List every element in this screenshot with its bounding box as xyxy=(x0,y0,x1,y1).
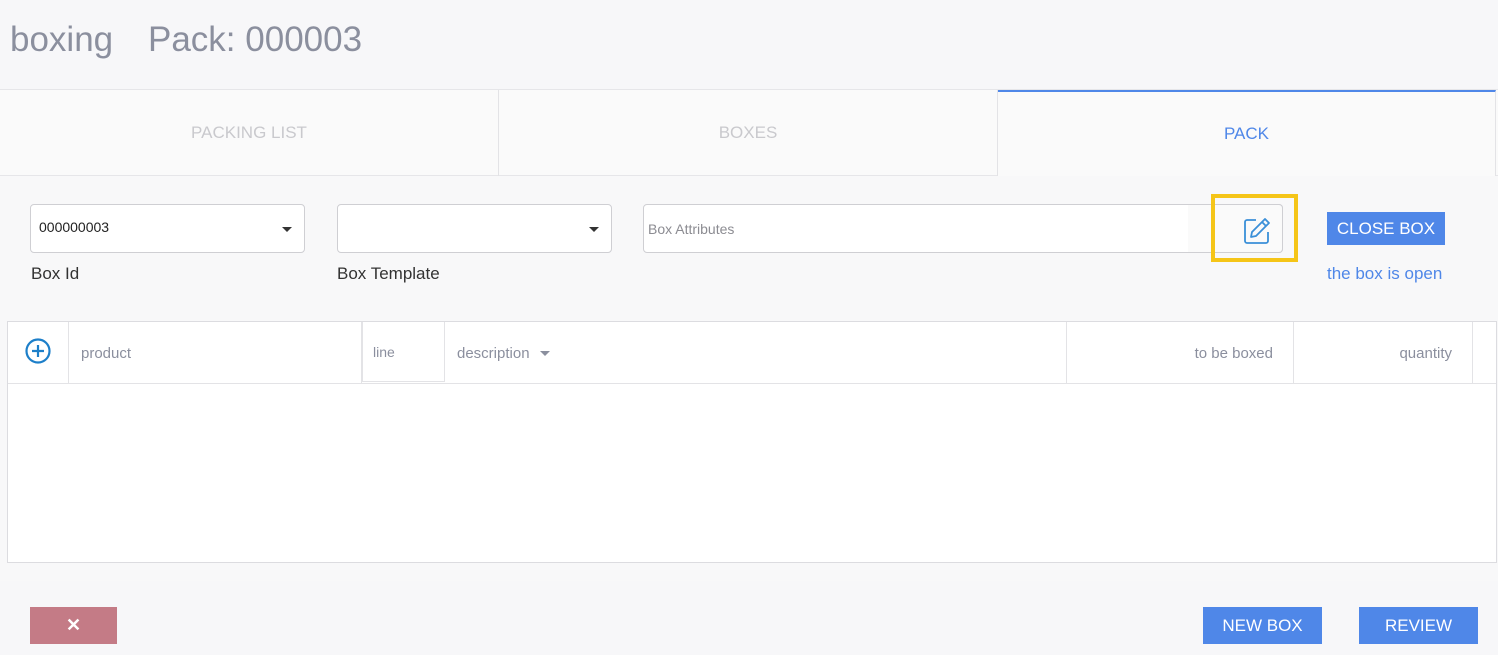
description-header-label: description xyxy=(457,344,530,362)
table-header: product line description to be boxed qua… xyxy=(8,322,1496,384)
box-id-select[interactable]: 000000003 xyxy=(30,204,305,253)
app-title: boxing xyxy=(10,20,114,59)
column-header-product[interactable]: product xyxy=(69,322,362,384)
box-id-value: 000000003 xyxy=(39,219,110,235)
new-box-button[interactable]: NEW BOX xyxy=(1203,607,1322,644)
chevron-down-icon xyxy=(282,227,292,232)
tab-packing-list[interactable]: PACKING LIST xyxy=(0,90,499,176)
chevron-down-icon xyxy=(589,227,599,232)
tab-bar: PACKING LIST BOXES PACK xyxy=(0,90,1498,176)
close-box-button[interactable]: CLOSE BOX xyxy=(1327,212,1445,245)
column-header-quantity[interactable]: quantity xyxy=(1294,322,1473,384)
box-id-label: Box Id xyxy=(31,264,80,283)
box-attributes-placeholder: Box Attributes xyxy=(648,221,735,237)
column-header-line[interactable]: line xyxy=(362,322,445,382)
box-status-link[interactable]: the box is open xyxy=(1327,264,1442,284)
box-attributes-field[interactable]: Box Attributes xyxy=(643,204,1283,253)
column-header-to-be-boxed[interactable]: to be boxed xyxy=(1067,322,1294,384)
tab-pack[interactable]: PACK xyxy=(998,90,1496,176)
column-header-description[interactable]: description xyxy=(445,322,1067,384)
cancel-button[interactable]: ✕ xyxy=(30,607,117,644)
highlight-box xyxy=(1211,194,1298,262)
pack-title: Pack: 000003 xyxy=(148,20,363,59)
review-button[interactable]: REVIEW xyxy=(1359,607,1478,644)
plus-circle-icon xyxy=(24,337,52,369)
sort-down-icon xyxy=(539,350,550,356)
box-template-select[interactable] xyxy=(337,204,612,253)
tab-boxes[interactable]: BOXES xyxy=(499,90,998,176)
box-template-label: Box Template xyxy=(337,264,440,283)
page-header: boxing Pack: 000003 xyxy=(0,0,1498,90)
items-table: product line description to be boxed qua… xyxy=(7,321,1497,563)
add-row-button[interactable] xyxy=(8,322,69,384)
